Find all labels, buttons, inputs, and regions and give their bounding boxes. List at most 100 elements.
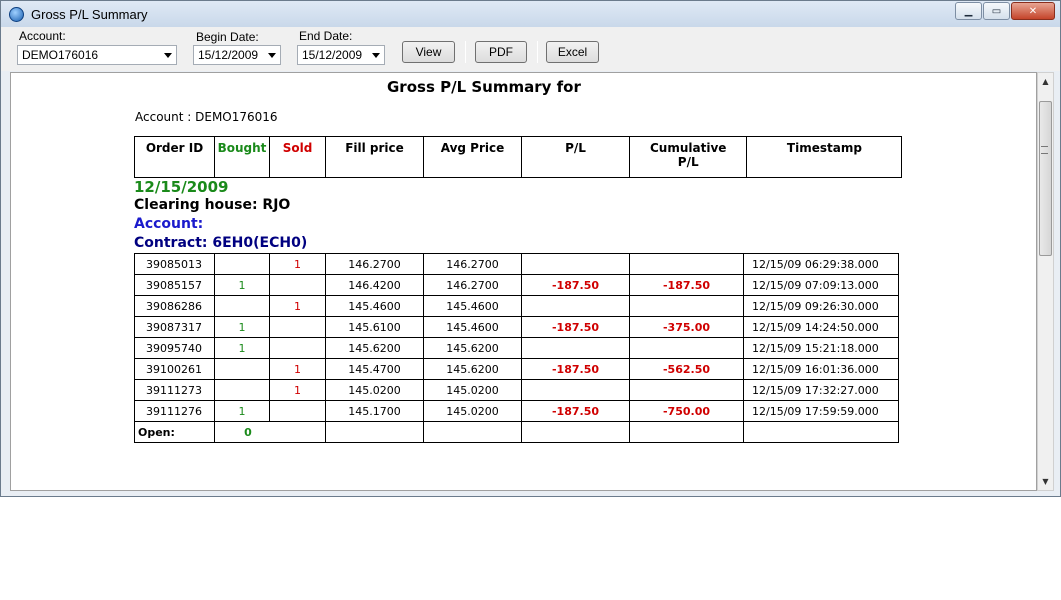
report-header-table: Order ID Bought Sold Fill price Avg Pric…	[134, 136, 903, 178]
account-label: Account:	[19, 29, 66, 43]
table-row: 39100261 1 145.4700 145.6200 -187.50 -562.50 1…	[134, 358, 899, 380]
begin-date-picker[interactable]: 15/12/2009	[193, 45, 281, 65]
col-timestamp: Timestamp	[746, 136, 903, 178]
sold-cell	[269, 274, 326, 296]
avg-price-cell: 145.6200	[423, 337, 522, 359]
scroll-down-icon[interactable]: ▼	[1038, 473, 1053, 490]
sold-cell	[269, 337, 326, 359]
table-cell	[423, 421, 522, 443]
chevron-down-icon	[372, 53, 380, 58]
account-select[interactable]: DEMO176016	[17, 45, 177, 65]
maximize-button[interactable]: ▭	[983, 2, 1010, 20]
cumulative-pl-cell: -187.50	[629, 274, 744, 296]
pl-cell	[521, 295, 630, 317]
maximize-icon: ▭	[991, 5, 1002, 17]
trades-table: 39085013 1 146.2700 146.2700 12/15/09 06:29:…	[134, 253, 899, 443]
app-icon	[9, 7, 24, 22]
open-row: Open: 0	[134, 421, 899, 443]
fill-price-cell: 145.6100	[325, 316, 424, 338]
timestamp-cell: 12/15/09 07:09:13.000	[743, 274, 899, 296]
bought-cell: 1	[214, 337, 270, 359]
window-title: Gross P/L Summary	[31, 7, 148, 22]
cumulative-pl-cell: -562.50	[629, 358, 744, 380]
fill-price-cell: 145.6200	[325, 337, 424, 359]
timestamp-cell: 12/15/09 09:26:30.000	[743, 295, 899, 317]
scroll-thumb[interactable]	[1039, 101, 1052, 256]
report-title: Gross P/L Summary for	[387, 78, 581, 96]
col-bought: Bought	[214, 136, 270, 178]
report-view: Gross P/L Summary for Account : DEMO1760…	[10, 72, 1037, 491]
sold-cell	[269, 400, 326, 422]
col-cumulative-pl: Cumulative P/L	[628, 136, 748, 178]
avg-price-cell: 145.4600	[423, 316, 522, 338]
open-label: Open:	[134, 421, 215, 443]
table-row: 39111276 1 145.1700 145.0200 -187.50 -750.00 1…	[134, 400, 899, 422]
end-date-picker[interactable]: 15/12/2009	[297, 45, 385, 65]
app-window: Gross P/L Summary ▁ ▭ ✕ Account: DEMO176…	[0, 0, 1061, 497]
timestamp-cell: 12/15/09 16:01:36.000	[743, 358, 899, 380]
header-row: Order ID Bought Sold Fill price Avg Pric…	[134, 136, 903, 178]
begin-date-label: Begin Date:	[196, 30, 259, 44]
cumulative-pl-cell	[629, 337, 744, 359]
pl-cell	[521, 379, 630, 401]
timestamp-cell: 12/15/09 17:32:27.000	[743, 379, 899, 401]
timestamp-cell: 12/15/09 17:59:59.000	[743, 400, 899, 422]
vertical-scrollbar[interactable]: ▲ ▼	[1037, 72, 1054, 491]
bought-cell: 1	[214, 274, 270, 296]
fill-price-cell: 146.4200	[325, 274, 424, 296]
chevron-down-icon	[164, 53, 172, 58]
timestamp-cell: 12/15/09 06:29:38.000	[743, 253, 899, 275]
cumulative-pl-cell	[629, 295, 744, 317]
title-bar[interactable]: Gross P/L Summary ▁ ▭ ✕	[1, 1, 1060, 27]
avg-price-cell: 145.6200	[423, 358, 522, 380]
table-cell	[629, 421, 744, 443]
scroll-up-icon[interactable]: ▲	[1038, 73, 1053, 90]
caption-buttons: ▁ ▭ ✕	[954, 2, 1055, 20]
bought-cell: 1	[214, 400, 270, 422]
cumulative-pl-cell: -375.00	[629, 316, 744, 338]
table-row: 39111273 1 145.0200 145.0200 12/15/09 17:32:…	[134, 379, 899, 401]
group-account: Account:	[134, 216, 204, 232]
order-id-cell: 39100261	[134, 358, 215, 380]
table-cell	[521, 421, 630, 443]
pdf-button[interactable]: PDF	[475, 41, 527, 63]
bought-cell: 1	[214, 316, 270, 338]
minimize-icon: ▁	[964, 5, 973, 17]
order-id-cell: 39111276	[134, 400, 215, 422]
order-id-cell: 39111273	[134, 379, 215, 401]
pl-cell	[521, 253, 630, 275]
fill-price-cell: 145.0200	[325, 379, 424, 401]
timestamp-cell: 12/15/09 14:24:50.000	[743, 316, 899, 338]
table-cell	[743, 421, 899, 443]
avg-price-cell: 145.0200	[423, 379, 522, 401]
order-id-cell: 39085157	[134, 274, 215, 296]
toolbar-separator	[537, 41, 538, 63]
sold-cell: 1	[269, 379, 326, 401]
close-button[interactable]: ✕	[1011, 2, 1055, 20]
group-contract: Contract: 6EH0(ECH0)	[134, 235, 308, 251]
group-date: 12/15/2009	[134, 178, 229, 196]
avg-price-cell: 146.2700	[423, 274, 522, 296]
col-avg-price: Avg Price	[423, 136, 522, 178]
scroll-grip-icon	[1041, 146, 1048, 154]
filter-toolbar: Account: DEMO176016 Begin Date: 15/12/20…	[1, 27, 1060, 71]
order-id-cell: 39095740	[134, 337, 215, 359]
toolbar-separator	[465, 41, 466, 63]
table-row: 39085157 1 146.4200 146.2700 -187.50 -187.50 1…	[134, 274, 899, 296]
view-button[interactable]: View	[402, 41, 455, 63]
fill-price-cell: 146.2700	[325, 253, 424, 275]
bought-cell	[214, 379, 270, 401]
col-sold: Sold	[269, 136, 326, 178]
pl-cell: -187.50	[521, 400, 630, 422]
chevron-down-icon	[268, 53, 276, 58]
order-id-cell: 39085013	[134, 253, 215, 275]
begin-date-value: 15/12/2009	[198, 48, 259, 62]
col-pl: P/L	[521, 136, 630, 178]
pl-cell: -187.50	[521, 358, 630, 380]
excel-button[interactable]: Excel	[546, 41, 599, 63]
account-select-value: DEMO176016	[22, 48, 99, 62]
bought-cell	[214, 358, 270, 380]
timestamp-cell: 12/15/09 15:21:18.000	[743, 337, 899, 359]
sold-cell	[269, 316, 326, 338]
minimize-button[interactable]: ▁	[955, 2, 982, 20]
